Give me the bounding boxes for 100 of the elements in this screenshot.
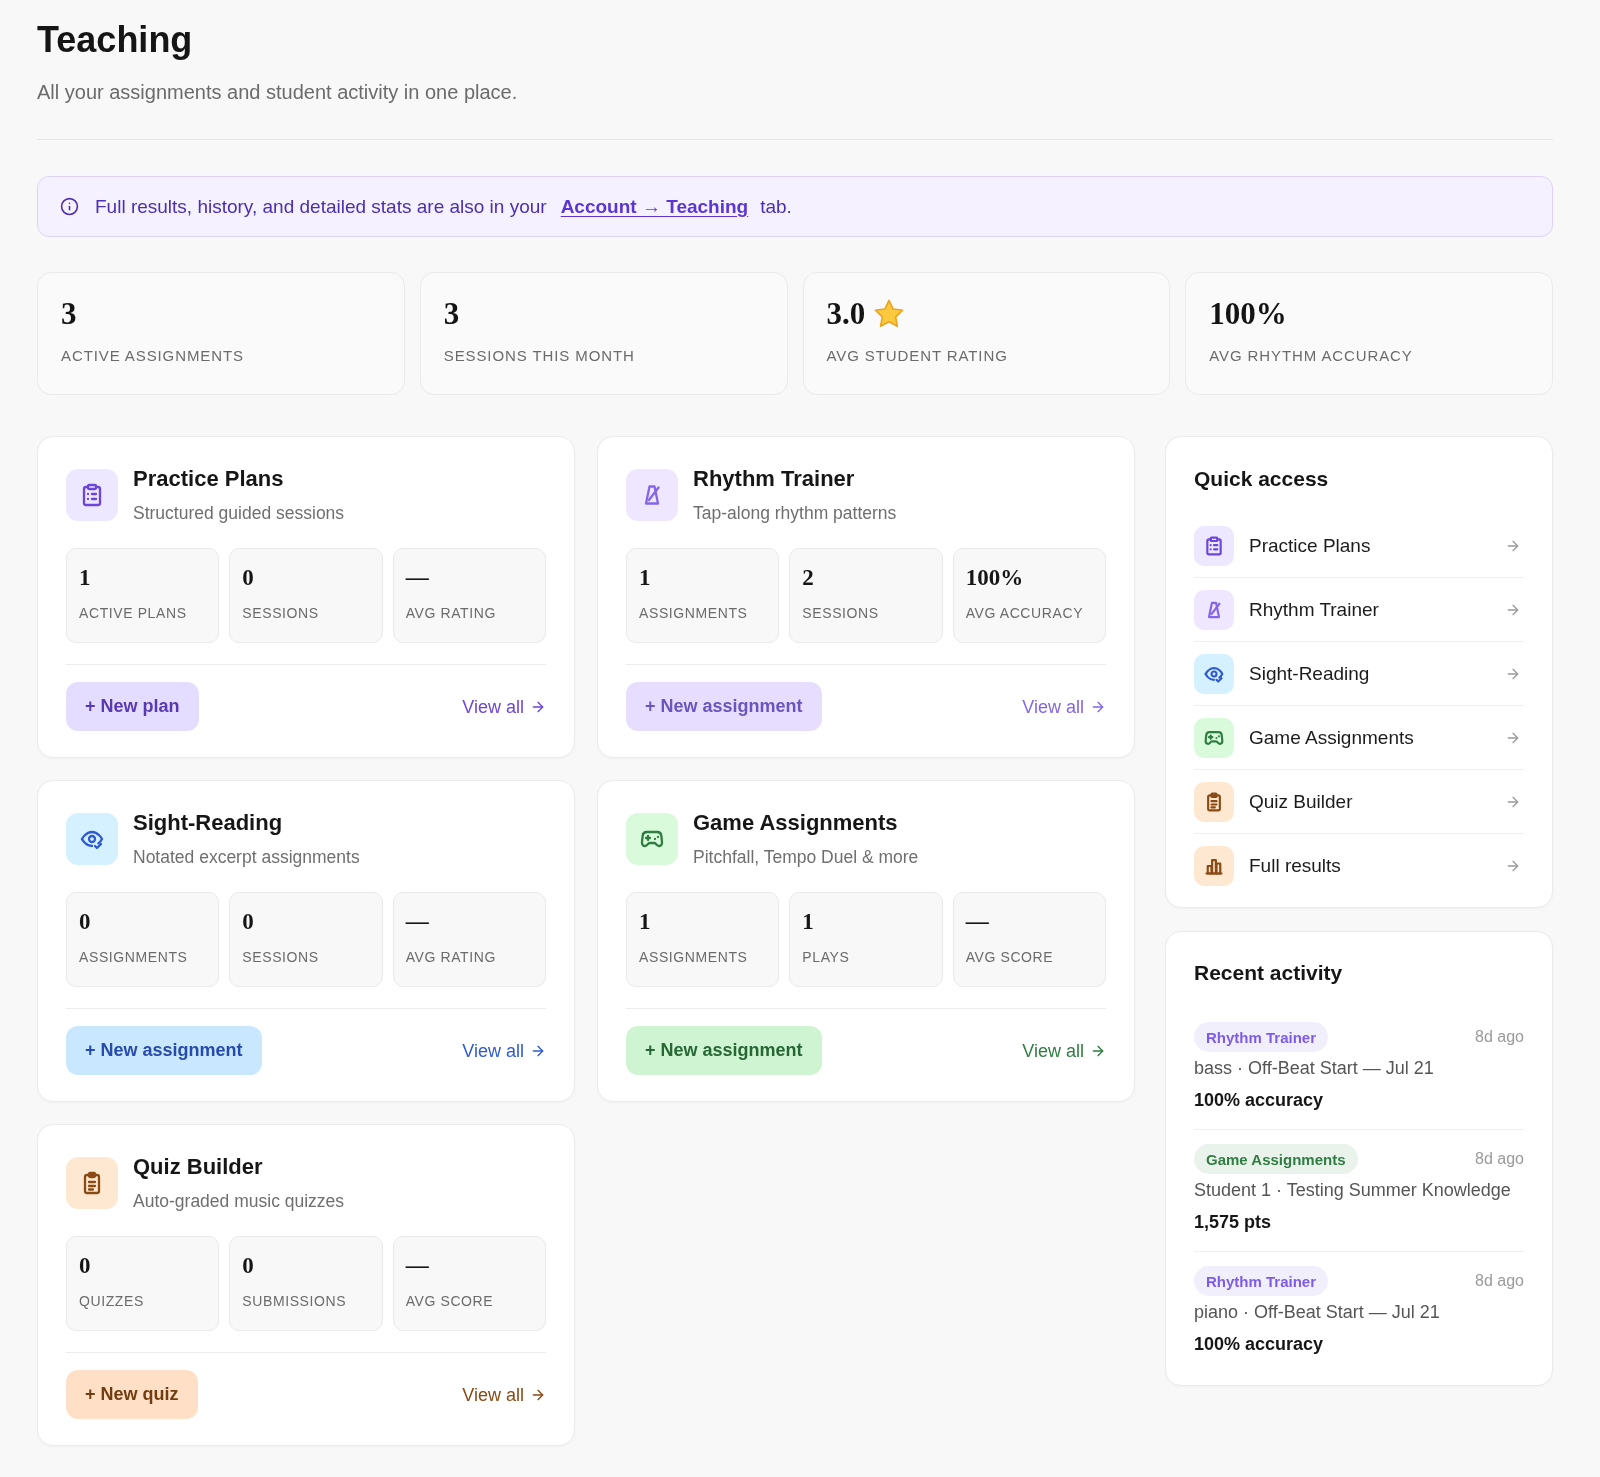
metric-label: SESSIONS bbox=[242, 604, 320, 623]
metric-label: SUBMISSIONS bbox=[242, 1292, 348, 1311]
metric-label: AVG ACCURACY bbox=[965, 604, 1085, 623]
metric-value: 0 bbox=[79, 909, 92, 935]
metric-value: 1 bbox=[639, 565, 652, 591]
activity-tag: Game Assignments bbox=[1194, 1144, 1358, 1174]
metric-value: 1 bbox=[79, 565, 92, 591]
card-title: Game Assignments bbox=[693, 811, 899, 835]
banner-text: Full results, history, and detailed stats are also in your Account → Teaching tab. bbox=[95, 194, 792, 219]
stat-value: 3.0 bbox=[826, 297, 866, 331]
metric-label: SESSIONS bbox=[242, 948, 320, 967]
stat-label: ACTIVE ASSIGNMENTS bbox=[61, 346, 245, 366]
metric-value: 1 bbox=[639, 909, 652, 935]
card-subtitle: Notated excerpt assignments bbox=[133, 846, 360, 869]
new-item-button[interactable]: + New assignment bbox=[66, 1026, 262, 1075]
arrow-right-icon bbox=[1505, 858, 1521, 874]
gamepad-icon bbox=[1194, 718, 1234, 758]
quick-access-item[interactable]: Practice Plans bbox=[1194, 514, 1524, 578]
metric-label: QUIZZES bbox=[79, 1292, 145, 1311]
metric-value: — bbox=[405, 909, 430, 935]
page-subtitle: All your assignments and student activity in one place. bbox=[37, 80, 519, 105]
arrow-right-icon bbox=[1505, 666, 1521, 682]
card-title: Quick access bbox=[1194, 466, 1330, 492]
gamepad-icon bbox=[626, 813, 678, 865]
stat-value: 3 bbox=[443, 297, 460, 331]
metric-value: — bbox=[405, 565, 430, 591]
info-icon bbox=[60, 197, 79, 216]
metric-value: 1 bbox=[802, 909, 815, 935]
activity-result: 100% accuracy bbox=[1194, 1089, 1325, 1112]
metric-label: PLAYS bbox=[802, 948, 851, 967]
metric-label: ACTIVE PLANS bbox=[79, 604, 188, 623]
new-item-button[interactable]: + New assignment bbox=[626, 682, 822, 731]
metric-label: AVG RATING bbox=[405, 948, 497, 967]
activity-detail: Student 1 · Testing Summer Knowledge bbox=[1194, 1179, 1512, 1202]
eye-check-icon bbox=[1194, 654, 1234, 694]
bar-chart-icon bbox=[1194, 846, 1234, 886]
metric-label: ASSIGNMENTS bbox=[639, 948, 749, 967]
metric-value: — bbox=[965, 909, 990, 935]
account-link[interactable]: Account → Teaching bbox=[560, 195, 749, 217]
activity-tag: Rhythm Trainer bbox=[1194, 1022, 1329, 1052]
clipboard-list-icon bbox=[1194, 526, 1234, 566]
metric-label: AVG RATING bbox=[405, 604, 497, 623]
card-title: Quiz Builder bbox=[133, 1155, 264, 1179]
view-all-link[interactable]: View all bbox=[1022, 1038, 1106, 1063]
card-title: Sight-Reading bbox=[133, 811, 284, 835]
view-all-link[interactable]: View all bbox=[1022, 694, 1106, 719]
activity-time: 8d ago bbox=[1475, 1272, 1524, 1290]
card-title: Recent activity bbox=[1194, 960, 1344, 986]
new-item-button[interactable]: + New assignment bbox=[626, 1026, 822, 1075]
clipboard-icon bbox=[1194, 782, 1234, 822]
metric-value: 2 bbox=[802, 565, 815, 591]
metric-value: 0 bbox=[79, 1253, 92, 1279]
metric-value: 0 bbox=[242, 565, 255, 591]
eye-check-icon bbox=[66, 813, 118, 865]
card-subtitle: Tap-along rhythm patterns bbox=[693, 502, 897, 525]
stat-label: AVG STUDENT RATING bbox=[826, 346, 1009, 366]
card-subtitle: Structured guided sessions bbox=[133, 502, 345, 525]
stat-value: 3 bbox=[61, 297, 77, 331]
stat-label: SESSIONS THIS MONTH bbox=[443, 346, 636, 366]
metric-label: AVG SCORE bbox=[405, 1292, 495, 1311]
activity-time: 8d ago bbox=[1475, 1028, 1524, 1046]
page-title: Teaching bbox=[37, 18, 194, 62]
activity-detail: bass · Off-Beat Start — Jul 21 bbox=[1194, 1057, 1435, 1080]
stat-value: 100% bbox=[1209, 297, 1287, 331]
activity-detail: piano · Off-Beat Start — Jul 21 bbox=[1194, 1301, 1441, 1324]
new-item-button[interactable]: + New quiz bbox=[66, 1370, 198, 1419]
metric-value: 0 bbox=[242, 1253, 255, 1279]
clipboard-list-icon bbox=[66, 469, 118, 521]
metric-value: 100% bbox=[965, 565, 1025, 591]
quick-access-item[interactable]: Sight-Reading bbox=[1194, 642, 1524, 706]
arrow-right-icon bbox=[1505, 538, 1521, 554]
metric-label: ASSIGNMENTS bbox=[79, 948, 189, 967]
metronome-icon bbox=[626, 469, 678, 521]
view-all-link[interactable]: View all bbox=[462, 694, 546, 719]
activity-time: 8d ago bbox=[1475, 1150, 1524, 1168]
activity-tag: Rhythm Trainer bbox=[1194, 1266, 1329, 1296]
quick-access-item[interactable]: Rhythm Trainer bbox=[1194, 578, 1524, 642]
metric-value: — bbox=[405, 1253, 430, 1279]
metric-label: AVG SCORE bbox=[965, 948, 1055, 967]
view-all-link[interactable]: View all bbox=[462, 1382, 546, 1407]
quick-access-item[interactable]: Full results bbox=[1194, 834, 1524, 897]
clipboard-icon bbox=[66, 1157, 118, 1209]
new-item-button[interactable]: + New plan bbox=[66, 682, 199, 731]
quick-access-item[interactable]: Quiz Builder bbox=[1194, 770, 1524, 834]
arrow-right-icon bbox=[1505, 730, 1521, 746]
arrow-right-icon bbox=[1505, 602, 1521, 618]
arrow-right-icon bbox=[1505, 794, 1521, 810]
card-title: Rhythm Trainer bbox=[693, 467, 856, 491]
stat-label: AVG RHYTHM ACCURACY bbox=[1209, 346, 1414, 366]
metric-value: 0 bbox=[242, 909, 255, 935]
activity-result: 1,575 pts bbox=[1194, 1211, 1273, 1234]
card-subtitle: Auto-graded music quizzes bbox=[133, 1190, 345, 1213]
metric-label: ASSIGNMENTS bbox=[639, 604, 749, 623]
card-title: Practice Plans bbox=[133, 467, 285, 491]
view-all-link[interactable]: View all bbox=[462, 1038, 546, 1063]
metric-label: SESSIONS bbox=[802, 604, 880, 623]
card-subtitle: Pitchfall, Tempo Duel & more bbox=[693, 846, 919, 869]
activity-result: 100% accuracy bbox=[1194, 1333, 1325, 1356]
quick-access-item[interactable]: Game Assignments bbox=[1194, 706, 1524, 770]
metronome-icon bbox=[1194, 590, 1234, 630]
